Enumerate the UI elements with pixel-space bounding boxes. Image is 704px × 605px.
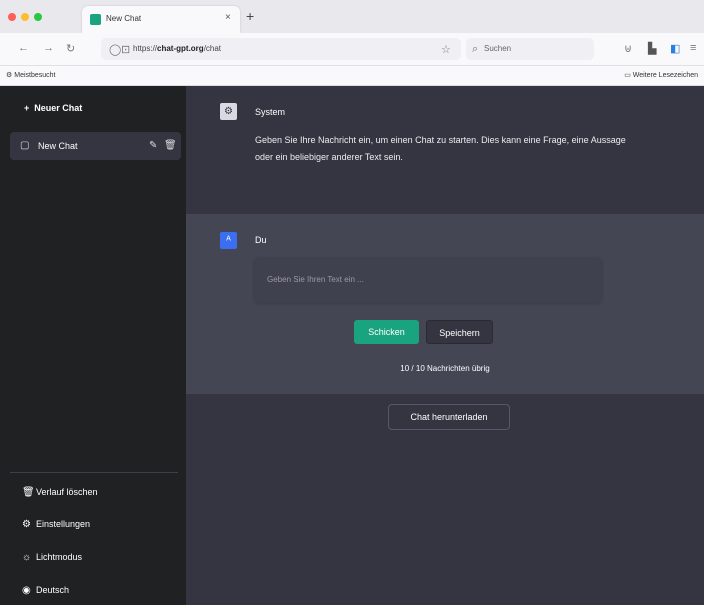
translate-icon[interactable]: ◧ bbox=[670, 42, 680, 55]
conversation-item[interactable]: ▢ New Chat ✎ 🗑 bbox=[10, 132, 181, 160]
tab-title: New Chat bbox=[106, 14, 142, 23]
chat-bubble-icon: ▢ bbox=[20, 140, 30, 151]
bookmarks-bar: ⚙ Meistbesucht ▭ Weitere Lesezeichen bbox=[0, 66, 704, 86]
search-placeholder: Suchen bbox=[484, 44, 512, 53]
save-button[interactable]: Speichern bbox=[426, 320, 493, 344]
menu-icon[interactable]: ≡ bbox=[690, 42, 696, 54]
message-input-placeholder: Geben Sie Ihren Text ein ... bbox=[267, 275, 364, 284]
tab-close-icon[interactable]: × bbox=[225, 12, 231, 23]
delete-icon[interactable]: 🗑 bbox=[164, 140, 177, 151]
light-mode-label: Lichtmodus bbox=[36, 552, 83, 562]
light-mode-button[interactable]: ☼ Lichtmodus bbox=[10, 545, 178, 571]
system-role-label: System bbox=[255, 107, 286, 117]
bookmark-most-visited[interactable]: ⚙ Meistbesucht bbox=[6, 71, 55, 79]
new-chat-button[interactable]: + Neuer Chat bbox=[10, 94, 178, 124]
settings-label: Einstellungen bbox=[36, 519, 91, 529]
bookmark-star-icon[interactable]: ☆ bbox=[441, 43, 451, 56]
sun-icon: ☼ bbox=[22, 552, 32, 563]
lock-icon[interactable]: ⊡ bbox=[121, 43, 130, 56]
user-role-label: Du bbox=[255, 235, 267, 245]
minimize-window-button[interactable] bbox=[21, 13, 29, 21]
language-button[interactable]: ◉ Deutsch bbox=[10, 578, 178, 604]
browser-nav-bar: ← → ↻ ◯ ⊡ https://chat-gpt.org/chat ☆ ⌕ … bbox=[0, 33, 704, 66]
url-bar[interactable]: ◯ ⊡ https://chat-gpt.org/chat ☆ bbox=[101, 38, 461, 60]
forward-arrow-icon[interactable]: → bbox=[43, 42, 54, 54]
remaining-messages: 10 / 10 Nachrichten übrig bbox=[400, 364, 490, 373]
reload-icon[interactable]: ↻ bbox=[66, 42, 75, 55]
trash-icon: 🗑 bbox=[22, 487, 35, 498]
extension-icon[interactable]: ▙ bbox=[648, 42, 656, 55]
send-button[interactable]: Schicken bbox=[354, 320, 419, 344]
window-controls bbox=[8, 13, 42, 21]
chat-main: ⚙ System Geben Sie Ihre Nachricht ein, u… bbox=[186, 86, 704, 605]
plus-icon: + bbox=[24, 103, 35, 113]
pocket-icon[interactable]: ⊎ bbox=[624, 42, 632, 55]
search-icon: ⌕ bbox=[472, 43, 479, 55]
shield-icon[interactable]: ◯ bbox=[109, 43, 121, 56]
gear-icon: ⚙ bbox=[22, 519, 31, 530]
browser-tab-bar: New Chat × + bbox=[0, 0, 704, 33]
favicon-icon bbox=[90, 14, 101, 25]
message-input[interactable]: Geben Sie Ihren Text ein ... bbox=[255, 259, 601, 303]
settings-button[interactable]: ⚙ Einstellungen bbox=[10, 512, 178, 538]
browser-search-input[interactable]: ⌕ Suchen bbox=[466, 38, 594, 60]
clear-history-label: Verlauf löschen bbox=[36, 487, 98, 497]
globe-icon: ◉ bbox=[22, 585, 31, 596]
system-message-text: Geben Sie Ihre Nachricht ein, um einen C… bbox=[255, 135, 626, 162]
bookmark-other[interactable]: ▭ Weitere Lesezeichen bbox=[624, 71, 698, 79]
url-text: https://chat-gpt.org/chat bbox=[133, 44, 222, 53]
edit-icon[interactable]: ✎ bbox=[149, 140, 157, 151]
new-tab-button[interactable]: + bbox=[246, 8, 254, 24]
close-window-button[interactable] bbox=[8, 13, 16, 21]
system-message: ⚙ System Geben Sie Ihre Nachricht ein, u… bbox=[186, 86, 704, 214]
maximize-window-button[interactable] bbox=[34, 13, 42, 21]
gear-icon: ⚙ bbox=[220, 103, 237, 120]
clear-history-button[interactable]: 🗑Verlauf löschen bbox=[10, 480, 178, 506]
conversation-label: New Chat bbox=[38, 141, 78, 151]
language-label: Deutsch bbox=[36, 585, 70, 595]
download-chat-button[interactable]: Chat herunterladen bbox=[388, 404, 510, 430]
back-arrow-icon[interactable]: ← bbox=[18, 42, 29, 54]
user-message: ᴬ Du Geben Sie Ihren Text ein ... Schick… bbox=[186, 214, 704, 394]
browser-tab[interactable]: New Chat × bbox=[82, 6, 240, 33]
new-chat-label: Neuer Chat bbox=[34, 103, 83, 113]
sidebar-divider bbox=[10, 472, 178, 473]
sidebar: + Neuer Chat ▢ New Chat ✎ 🗑 🗑Verlauf lös… bbox=[0, 86, 186, 605]
user-avatar-icon: ᴬ bbox=[220, 232, 237, 249]
